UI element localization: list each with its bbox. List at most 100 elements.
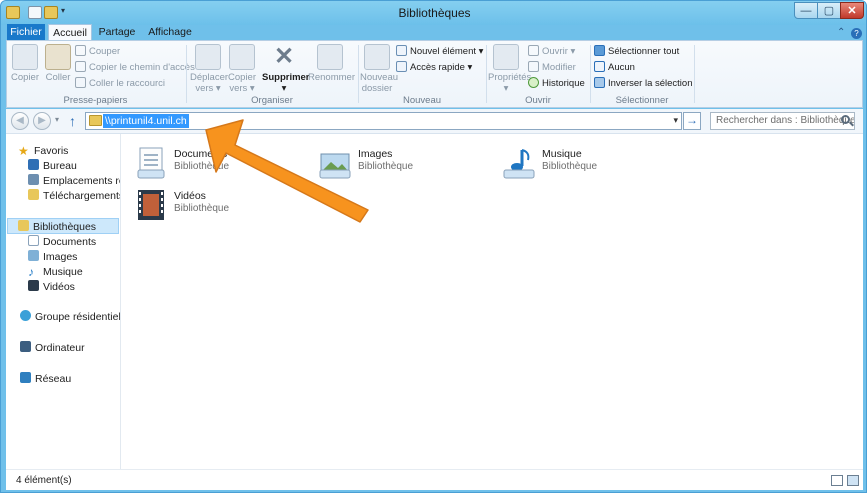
paste-button[interactable]: Coller (43, 44, 73, 83)
nav-homegroup[interactable]: Groupe résidentiel (20, 309, 120, 325)
group-open: Propriétés ▾ Ouvrir ▾ Modifier Historiqu… (488, 41, 588, 107)
nav-recent-places[interactable]: Emplacements récents (28, 173, 120, 189)
copy-path-button[interactable]: Copier le chemin d'accès (75, 61, 195, 75)
recent-locations-dropdown[interactable]: ▾ (55, 115, 59, 124)
move-to-button[interactable]: Déplacer vers ▾ (190, 44, 228, 94)
nav-network-label: Réseau (35, 373, 72, 385)
recent-places-icon (28, 174, 39, 185)
copy-button[interactable]: Copier (10, 44, 40, 83)
copy-to-label-2: vers ▾ (229, 83, 255, 94)
search-input[interactable]: Rechercher dans : Bibliothèques (710, 112, 855, 130)
open-icon (528, 45, 539, 56)
documents-library-icon (137, 147, 165, 179)
copy-label: Copier (11, 72, 39, 83)
nav-downloads[interactable]: Téléchargements (28, 188, 121, 204)
library-type: Bibliothèque (358, 161, 414, 172)
history-icon (528, 77, 539, 88)
minimize-button[interactable]: — (794, 2, 818, 19)
nav-videos[interactable]: Vidéos (28, 279, 75, 295)
homegroup-icon (20, 310, 31, 321)
open-button[interactable]: Ouvrir ▾ (528, 45, 575, 59)
easy-access-icon (396, 61, 407, 72)
nav-libraries[interactable]: Bibliothèques (7, 218, 119, 234)
edit-button[interactable]: Modifier (528, 61, 576, 75)
desktop-icon (28, 159, 39, 170)
large-icons-view-icon[interactable] (847, 475, 859, 486)
select-none-button[interactable]: Aucun (594, 61, 635, 75)
nav-favorites[interactable]: ★ Favoris (18, 143, 68, 159)
copy-to-button[interactable]: Copier vers ▾ (226, 44, 258, 94)
properties-button[interactable]: Propriétés ▾ (488, 44, 531, 94)
rename-label: Renommer (308, 72, 355, 83)
properties-icon (493, 44, 519, 70)
nav-desktop[interactable]: Bureau (28, 158, 77, 174)
address-dropdown-icon[interactable]: ▾ (673, 115, 678, 126)
history-button[interactable]: Historique (528, 77, 585, 91)
nav-documents[interactable]: Documents (28, 234, 96, 250)
group-label-organize: Organiser (251, 95, 293, 106)
paste-shortcut-button[interactable]: Coller le raccourci (75, 77, 165, 91)
nav-network[interactable]: Réseau (20, 371, 71, 387)
library-music[interactable]: Musique Bibliothèque (502, 144, 682, 184)
properties-label: Propriétés (488, 72, 532, 83)
up-arrow-icon[interactable]: ↑ (69, 113, 76, 129)
nav-music-label: Musique (43, 266, 83, 278)
select-none-label: Aucun (608, 62, 635, 73)
select-none-icon (594, 61, 605, 72)
nav-libraries-label: Bibliothèques (33, 221, 97, 233)
library-videos[interactable]: Vidéos Bibliothèque (134, 186, 314, 226)
computer-icon (20, 341, 31, 352)
select-all-label: Sélectionner tout (608, 46, 680, 57)
invert-selection-icon (594, 77, 605, 88)
properties-dropdown-arrow: ▾ (503, 83, 509, 94)
library-type: Bibliothèque (542, 161, 598, 172)
nav-music[interactable]: ♪ Musique (28, 264, 83, 280)
back-button[interactable]: ◀ (11, 112, 29, 130)
tab-home[interactable]: Accueil (48, 24, 92, 41)
new-item-button[interactable]: Nouvel élément ▾ (396, 45, 483, 59)
edit-icon (528, 61, 539, 72)
nav-images[interactable]: Images (28, 249, 77, 265)
library-documents[interactable]: Documents Bibliothèque (134, 144, 314, 184)
network-icon (20, 372, 31, 383)
delete-button[interactable]: ✕ Supprimer ▾ (262, 44, 310, 95)
nav-downloads-label: Téléchargements (43, 190, 121, 202)
help-icon[interactable]: ? (851, 28, 862, 39)
videos-library-icon (138, 190, 164, 220)
address-bar[interactable]: \\printunil4.unil.ch ▾ (85, 112, 682, 130)
search-icon (841, 115, 850, 124)
new-folder-label-2: dossier (361, 83, 393, 94)
library-type: Bibliothèque (174, 203, 230, 214)
delete-label: Supprimer (262, 72, 310, 83)
new-folder-button[interactable]: Nouveau dossier (360, 44, 398, 94)
rename-button[interactable]: Renommer (308, 44, 355, 83)
invert-selection-button[interactable]: Inverser la sélection (594, 77, 692, 91)
address-input[interactable]: \\printunil4.unil.ch (103, 114, 189, 128)
nav-images-label: Images (43, 251, 78, 263)
group-label-clipboard: Presse-papiers (63, 95, 128, 106)
nav-computer[interactable]: Ordinateur (20, 340, 85, 356)
videos-icon (28, 280, 39, 291)
tab-share[interactable]: Partage (97, 24, 137, 41)
nav-computer-label: Ordinateur (35, 342, 85, 354)
ribbon: Copier Coller Couper Copier le chemin d'… (6, 40, 863, 108)
close-button[interactable]: ✕ (840, 2, 864, 19)
title-bar: ▾ Bibliothèques — ▢ ✕ (1, 1, 866, 25)
go-button[interactable]: → (683, 112, 701, 130)
music-note-icon: ♪ (28, 265, 34, 279)
minimize-ribbon-icon[interactable]: ⌃ (837, 27, 845, 38)
forward-button[interactable]: ▶ (33, 112, 51, 130)
tab-file[interactable]: Fichier (7, 24, 45, 41)
documents-icon (28, 235, 39, 246)
group-select: Sélectionner tout Aucun Inverser la séle… (592, 41, 692, 107)
cut-button[interactable]: Couper (75, 45, 120, 59)
details-view-icon[interactable] (831, 475, 843, 486)
tab-view[interactable]: Affichage (145, 24, 195, 41)
select-all-button[interactable]: Sélectionner tout (594, 45, 679, 59)
easy-access-button[interactable]: Accès rapide ▾ (396, 61, 472, 75)
copy-icon (12, 44, 38, 70)
library-images[interactable]: Images Bibliothèque (318, 144, 498, 184)
star-icon: ★ (18, 144, 29, 158)
maximize-button[interactable]: ▢ (817, 2, 841, 19)
history-label: Historique (542, 78, 585, 89)
